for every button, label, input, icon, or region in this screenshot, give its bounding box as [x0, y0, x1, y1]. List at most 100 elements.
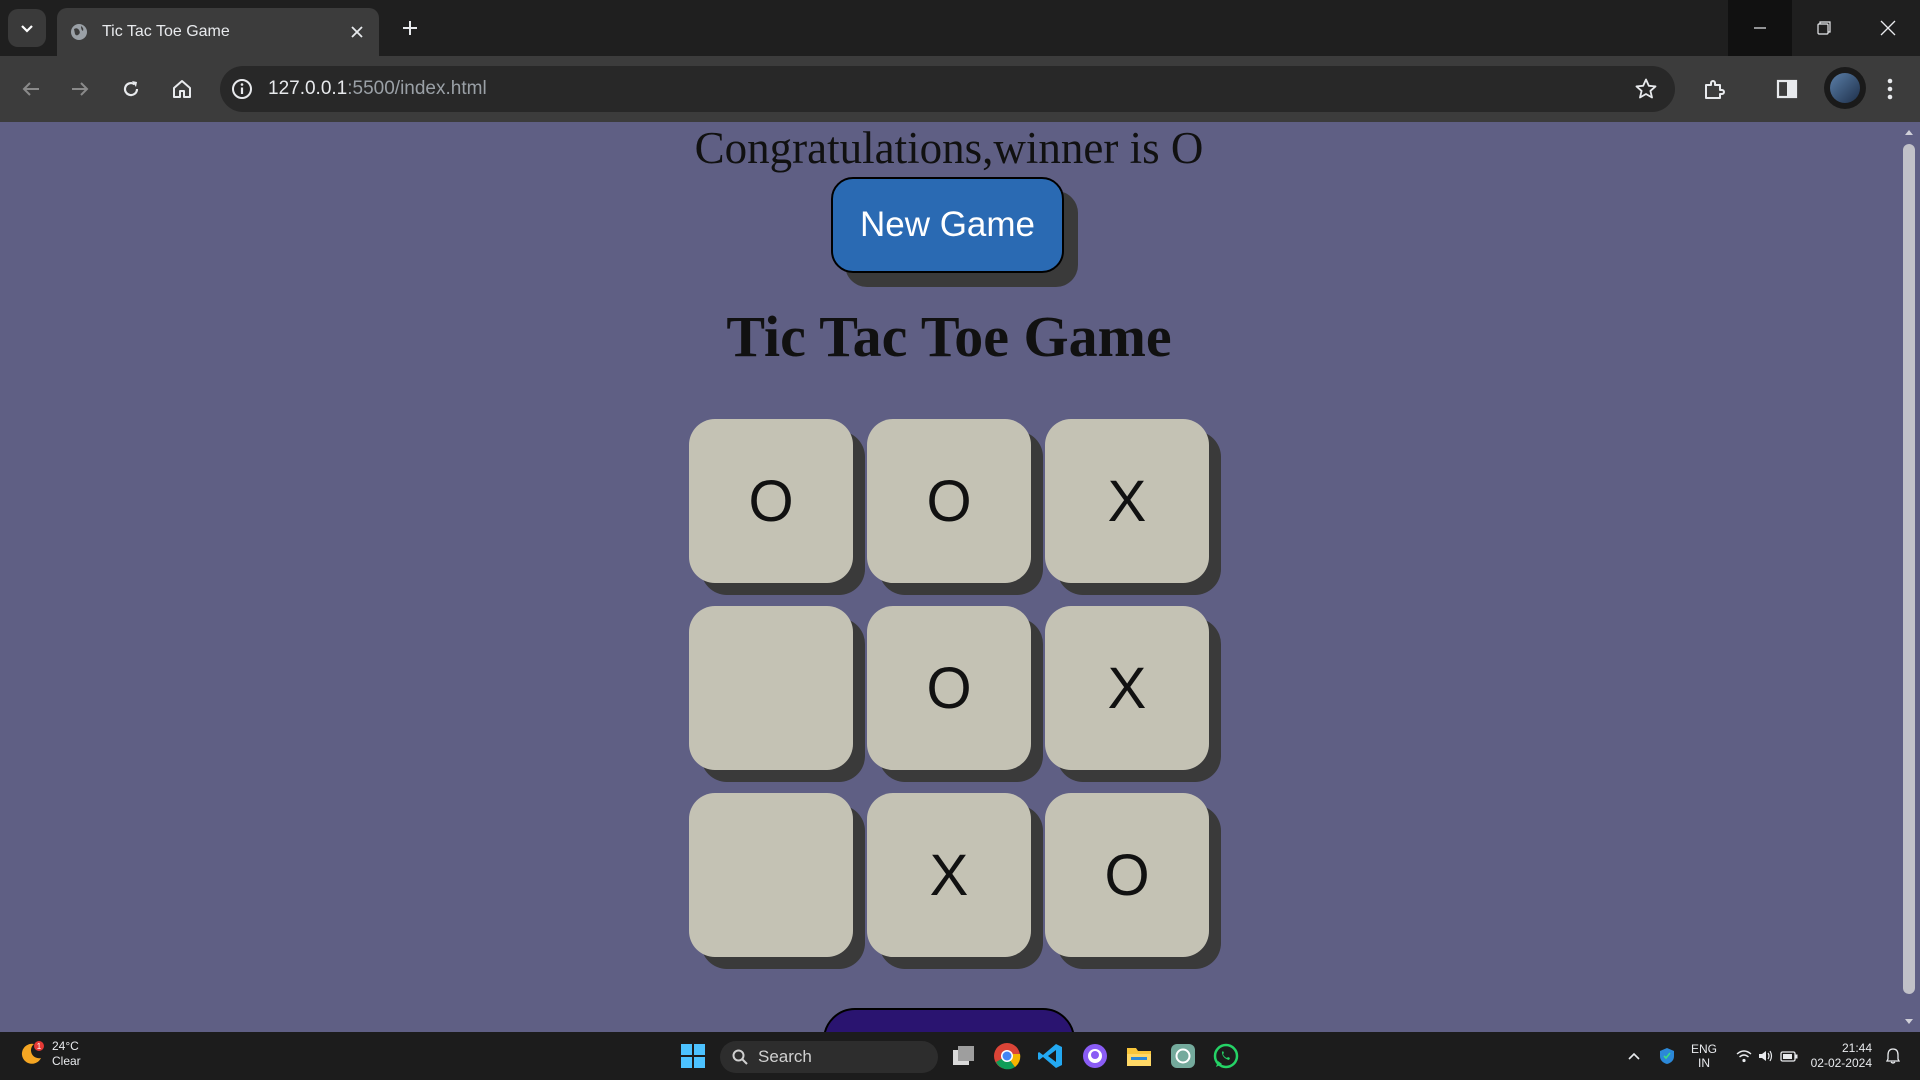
- side-panel-button[interactable]: [1770, 72, 1804, 106]
- reload-button[interactable]: [114, 72, 148, 106]
- chevron-up-icon: [1628, 1052, 1640, 1060]
- folder-icon: [1127, 1048, 1151, 1066]
- arrow-right-icon: [72, 82, 89, 96]
- browser-tab[interactable]: Tic Tac Toe Game: [57, 8, 379, 56]
- avatar-image: [1830, 73, 1860, 103]
- scrollbar-thumb[interactable]: [1903, 144, 1915, 994]
- moon-icon: 1: [21, 1041, 44, 1064]
- github-icon: [1083, 1044, 1107, 1068]
- side-panel-icon: [1776, 79, 1798, 99]
- taskbar-github[interactable]: [1078, 1039, 1112, 1073]
- board-cell[interactable]: O: [867, 419, 1031, 583]
- board-cell[interactable]: X: [867, 793, 1031, 957]
- system-clock[interactable]: 21:44 02-02-2024: [1808, 1041, 1872, 1071]
- site-info-icon[interactable]: [230, 77, 254, 101]
- puzzle-icon: [1705, 80, 1725, 99]
- new-tab-button[interactable]: [394, 12, 426, 44]
- clock-date: 02-02-2024: [1810, 1056, 1872, 1070]
- start-button[interactable]: [676, 1039, 710, 1073]
- forward-button[interactable]: [63, 72, 97, 106]
- temperature: 24°C: [52, 1039, 79, 1053]
- url-path: :5500/index.html: [347, 78, 487, 99]
- board-cell[interactable]: X: [1045, 606, 1209, 770]
- tab-close-button[interactable]: [345, 20, 369, 44]
- quick-settings[interactable]: [1732, 1032, 1802, 1080]
- board-cell[interactable]: X: [1045, 419, 1209, 583]
- taskbar-chrome[interactable]: [990, 1039, 1024, 1073]
- shield-icon: [1660, 1048, 1674, 1064]
- windows-logo-icon: [681, 1044, 705, 1068]
- search-label: Search: [758, 1047, 812, 1066]
- taskbar-search[interactable]: Search: [720, 1041, 938, 1073]
- address-bar[interactable]: 127.0.0.1:5500/index.html: [220, 66, 1675, 112]
- page-scrollbar[interactable]: [1898, 122, 1920, 1032]
- page-title: Tic Tac Toe Game: [726, 304, 1172, 369]
- notification-bell-icon: [1886, 1048, 1900, 1064]
- arrow-left-icon: [22, 82, 39, 96]
- vscode-icon: [1038, 1044, 1062, 1068]
- search-icon: [732, 1049, 748, 1065]
- close-icon: [351, 26, 363, 38]
- browser-tab-strip: Tic Tac Toe Game: [0, 0, 1920, 56]
- clock-time: 21:44: [1841, 1041, 1872, 1055]
- back-button[interactable]: [14, 72, 48, 106]
- weather-condition: Clear: [52, 1054, 81, 1068]
- task-view-icon: [953, 1046, 974, 1065]
- reset-button[interactable]: [823, 1008, 1075, 1032]
- region-code: IN: [1698, 1056, 1710, 1070]
- board-cell[interactable]: O: [689, 419, 853, 583]
- menu-button[interactable]: [1873, 72, 1907, 106]
- language-code: ENG: [1690, 1042, 1717, 1056]
- volume-icon: [1759, 1050, 1773, 1062]
- game-board: O O X O X X O: [689, 419, 1209, 957]
- language-indicator[interactable]: ENG IN: [1684, 1032, 1724, 1080]
- url-text[interactable]: 127.0.0.1:5500/index.html: [268, 78, 487, 100]
- show-hidden-icons-button[interactable]: [1622, 1032, 1646, 1080]
- tab-title: Tic Tac Toe Game: [102, 23, 230, 40]
- weather-text: 24°C Clear: [52, 1039, 81, 1069]
- scroll-up-arrow-icon[interactable]: [1903, 126, 1915, 138]
- defender-tray-icon[interactable]: [1654, 1032, 1680, 1080]
- whatsapp-icon: [1213, 1043, 1239, 1069]
- reload-icon: [123, 81, 139, 97]
- star-icon: [1635, 78, 1657, 99]
- board-cell[interactable]: [689, 606, 853, 770]
- battery-icon: [1780, 1051, 1798, 1062]
- taskbar-vscode[interactable]: [1033, 1039, 1067, 1073]
- more-vertical-icon: [1887, 78, 1893, 100]
- window-close-button[interactable]: [1856, 0, 1920, 56]
- windows-taskbar: 1 24°C Clear Search ENG IN 21:44 02-02-2…: [0, 1032, 1920, 1080]
- minimize-button[interactable]: [1728, 0, 1792, 56]
- home-icon: [173, 80, 191, 98]
- board-cell[interactable]: O: [867, 606, 1031, 770]
- board-cell[interactable]: O: [1045, 793, 1209, 957]
- profile-avatar[interactable]: [1824, 67, 1866, 109]
- taskbar-chatgpt[interactable]: [1166, 1039, 1200, 1073]
- url-host: 127.0.0.1: [268, 78, 348, 99]
- weather-widget[interactable]: 1 24°C Clear: [18, 1039, 81, 1069]
- scroll-down-arrow-icon[interactable]: [1903, 1016, 1915, 1028]
- home-button[interactable]: [165, 72, 199, 106]
- browser-toolbar: 127.0.0.1:5500/index.html: [0, 56, 1920, 122]
- taskbar-file-explorer[interactable]: [1122, 1039, 1156, 1073]
- bookmark-star-button[interactable]: [1633, 76, 1659, 102]
- chrome-icon: [994, 1043, 1021, 1070]
- plus-icon: [403, 21, 417, 35]
- chevron-down-icon: [21, 25, 33, 33]
- notifications-button[interactable]: [1880, 1032, 1906, 1080]
- board-cell[interactable]: [689, 793, 853, 957]
- taskbar-whatsapp[interactable]: [1209, 1039, 1243, 1073]
- globe-icon: [71, 24, 87, 40]
- restore-button[interactable]: [1792, 0, 1856, 56]
- winner-message: Congratulations,winner is O: [694, 123, 1204, 173]
- wifi-icon: [1736, 1050, 1752, 1063]
- chatgpt-icon: [1171, 1044, 1195, 1068]
- tab-search-button[interactable]: [8, 9, 46, 47]
- new-game-button[interactable]: New Game: [831, 177, 1064, 273]
- extensions-button[interactable]: [1697, 72, 1731, 106]
- page-viewport: Congratulations,winner is O New Game Tic…: [0, 122, 1898, 1032]
- minimize-icon: [1754, 27, 1766, 29]
- restore-icon: [1817, 21, 1831, 35]
- close-icon: [1880, 20, 1896, 36]
- task-view-button[interactable]: [947, 1039, 981, 1073]
